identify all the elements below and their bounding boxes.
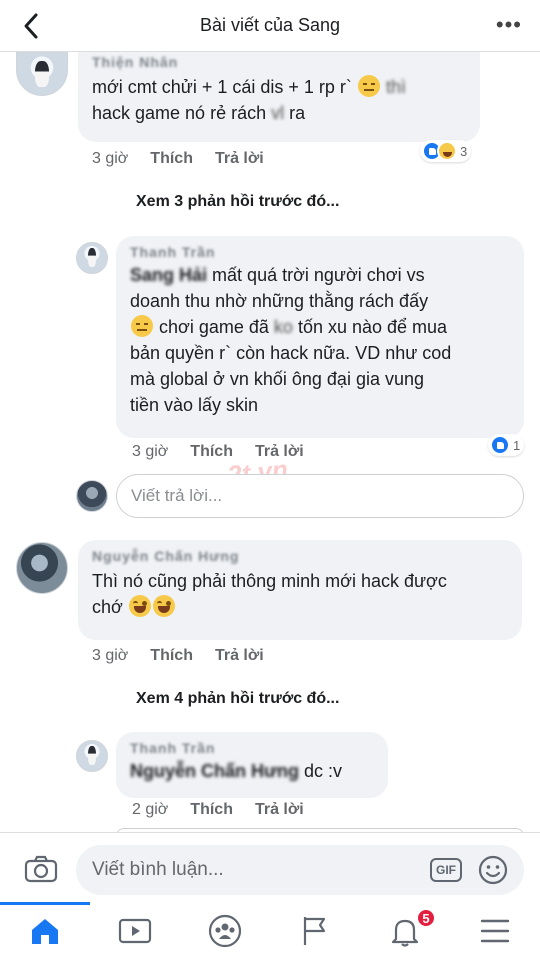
- tears-of-joy-emoji-icon: [152, 595, 175, 617]
- haha-reaction-icon: [437, 141, 457, 161]
- avatar[interactable]: [16, 52, 68, 96]
- tab-pages[interactable]: [270, 902, 360, 960]
- gif-button[interactable]: GIF: [430, 858, 462, 882]
- avatar[interactable]: [76, 242, 108, 274]
- tab-home[interactable]: [0, 902, 90, 960]
- video-play-icon: [118, 918, 152, 944]
- reply-author[interactable]: Thanh Trần: [130, 244, 510, 260]
- like-button[interactable]: Thích: [190, 801, 233, 819]
- like-button[interactable]: Thích: [150, 647, 193, 665]
- reaction-summary[interactable]: 1: [488, 434, 525, 456]
- like-button[interactable]: Thích: [150, 150, 193, 168]
- comment-bubble: Nguyễn Chấn Hưng Thì nó cũng phải thông …: [78, 540, 522, 640]
- reply-author[interactable]: Thanh Trần: [130, 740, 374, 756]
- view-previous-replies[interactable]: Xem 4 phản hồi trước đó...: [136, 690, 339, 708]
- comment-text: mới cmt chửi + 1 cái dis + 1 rp r` thì h…: [92, 74, 466, 126]
- mention-tag[interactable]: Sang Hải: [130, 265, 207, 285]
- comment-input-placeholder: Viết bình luận...: [92, 859, 224, 880]
- tab-groups[interactable]: [180, 902, 270, 960]
- blurred-word: thì: [385, 77, 406, 97]
- comment-actions: 3 giờ Thích Trả lời: [92, 150, 264, 168]
- active-tab-indicator: [0, 902, 90, 905]
- flag-icon: [303, 917, 326, 945]
- reply-text-line: mà global ở vn khối ông đại gia vung: [130, 369, 424, 389]
- reply-text-line: tốn xu nào để mua: [297, 317, 448, 337]
- back-arrow-icon[interactable]: [20, 12, 44, 40]
- comment-time[interactable]: 3 giờ: [92, 647, 128, 665]
- comment-time[interactable]: 3 giờ: [92, 150, 128, 168]
- neutral-face-emoji-icon: [357, 75, 380, 97]
- reply-input[interactable]: Viết trả lời...: [116, 474, 524, 518]
- notification-badge: 5: [416, 908, 436, 928]
- reply-bubble: Thanh Trần Nguyễn Chấn Hưng dc :v: [116, 732, 388, 798]
- reply-text-line: doanh thu nhờ những thằng rách đấy: [130, 291, 429, 311]
- reply-time[interactable]: 2 giờ: [132, 801, 168, 819]
- tab-watch[interactable]: [90, 902, 180, 960]
- reply-text-line: dc :v: [304, 761, 343, 781]
- reply-text-line: chơi game đã: [159, 317, 269, 337]
- comment-actions: 3 giờ Thích Trả lời: [92, 647, 264, 665]
- avatar[interactable]: [76, 740, 108, 772]
- neutral-face-emoji-icon: [131, 315, 153, 337]
- reply-text-line: bản quyền r` còn hack nữa. VD như cod: [130, 343, 452, 363]
- reply-actions: 2 giờ Thích Trả lời: [132, 801, 304, 819]
- comment-text-line: mới cmt chửi + 1 cái dis + 1 rp r`: [92, 77, 352, 97]
- avatar[interactable]: [16, 542, 68, 594]
- comment-input[interactable]: Viết bình luận... GIF: [76, 845, 524, 895]
- reply-text: Sang Hải mất quá trời người chơi vs doan…: [130, 262, 510, 418]
- reaction-summary[interactable]: 3: [420, 140, 472, 162]
- comment-text-line: hack game nó rẻ rách: [92, 103, 267, 123]
- reaction-count: 1: [513, 437, 521, 453]
- home-icon: [32, 919, 58, 944]
- reply-button[interactable]: Trả lời: [215, 150, 264, 168]
- comment-bubble: Thiện Nhân mới cmt chửi + 1 cái dis + 1 …: [78, 50, 480, 142]
- tab-notifications[interactable]: 5: [360, 902, 450, 960]
- comment-text-line: Thì nó cũng phải thông minh mới hack đượ…: [92, 571, 447, 591]
- reply-bubble: Thanh Trần Sang Hải mất quá trời người c…: [116, 236, 524, 438]
- tears-of-joy-emoji-icon: [128, 595, 151, 617]
- comment-author[interactable]: Nguyễn Chấn Hưng: [92, 548, 508, 564]
- like-reaction-icon: [490, 435, 510, 455]
- my-avatar: [76, 480, 108, 512]
- top-bar: Bài viết của Sang •••: [0, 0, 540, 52]
- like-button[interactable]: Thích: [190, 443, 233, 461]
- comment-text-line: chớ: [92, 597, 123, 617]
- reply-time[interactable]: 3 giờ: [132, 443, 168, 461]
- comment-author[interactable]: Thiện Nhân: [92, 54, 466, 70]
- groups-icon: [208, 914, 242, 948]
- reply-text-line: tiền vào lấy skin: [130, 395, 259, 415]
- camera-icon[interactable]: [24, 855, 58, 883]
- reply-text: Nguyễn Chấn Hưng dc :v: [130, 758, 374, 784]
- emoji-smile-icon[interactable]: [478, 855, 508, 885]
- view-previous-replies[interactable]: Xem 3 phản hồi trước đó...: [136, 193, 339, 211]
- comment-text-line: ra: [289, 103, 306, 123]
- reply-button[interactable]: Trả lời: [255, 801, 304, 819]
- more-options-icon[interactable]: •••: [496, 14, 522, 36]
- reply-button[interactable]: Trả lời: [215, 647, 264, 665]
- mention-tag[interactable]: Nguyễn Chấn Hưng: [130, 761, 299, 781]
- comment-text: Thì nó cũng phải thông minh mới hack đượ…: [92, 568, 508, 620]
- comment-composer: Viết bình luận... GIF: [0, 832, 540, 902]
- page-title: Bài viết của Sang: [199, 15, 341, 35]
- reply-text-line: mất quá trời người chơi vs: [212, 265, 425, 285]
- bottom-tab-bar: 5: [0, 902, 540, 960]
- reaction-count: 3: [460, 143, 468, 159]
- blurred-word: vl: [271, 103, 285, 123]
- blurred-word: ko: [273, 317, 293, 337]
- tab-menu[interactable]: [450, 902, 540, 960]
- hamburger-menu-icon: [480, 919, 510, 943]
